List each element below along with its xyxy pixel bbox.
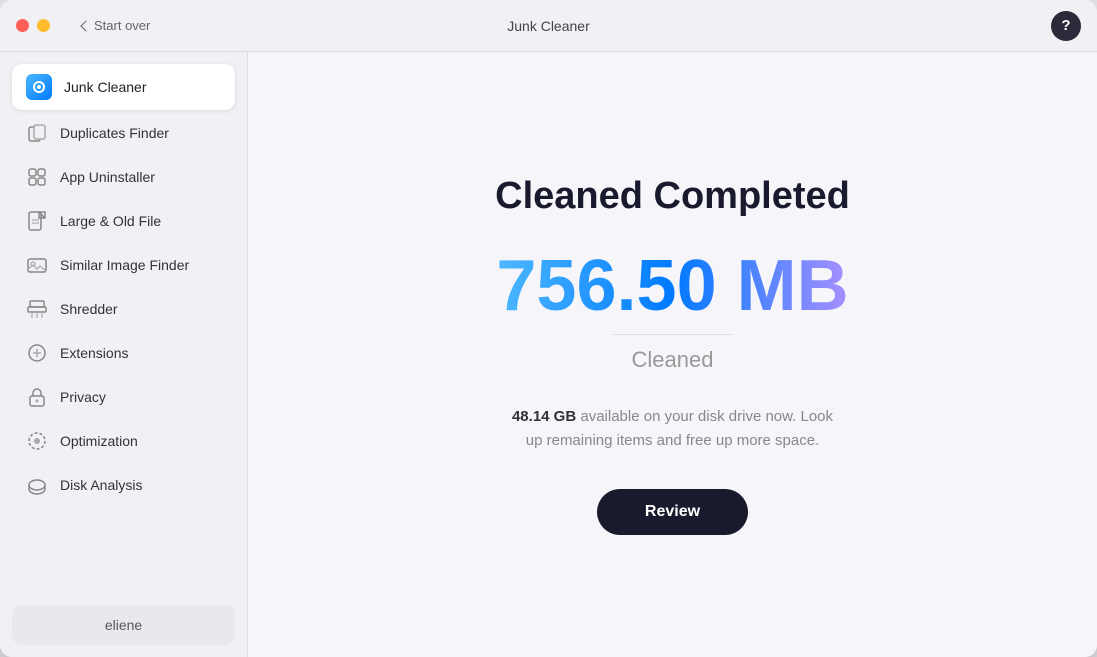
main-layout: Junk Cleaner Duplicates Finder <box>0 52 1097 657</box>
optimization-icon <box>26 430 48 452</box>
chevron-left-icon <box>80 20 91 31</box>
extensions-icon <box>26 342 48 364</box>
sidebar-item-optimization[interactable]: Optimization <box>12 420 235 462</box>
sidebar-item-label-extensions: Extensions <box>60 345 128 361</box>
image-finder-icon <box>26 254 48 276</box>
sidebar-item-app-uninstaller[interactable]: App Uninstaller <box>12 156 235 198</box>
sidebar-item-label-privacy: Privacy <box>60 389 106 405</box>
cleaned-completed-heading: Cleaned Completed <box>495 175 850 218</box>
large-file-icon <box>26 210 48 232</box>
title-bar: Start over Junk Cleaner ? <box>0 0 1097 52</box>
disk-info: 48.14 GB available on your disk drive no… <box>503 405 843 453</box>
disk-size-bold: 48.14 GB <box>512 408 576 425</box>
sidebar-item-extensions[interactable]: Extensions <box>12 332 235 374</box>
sidebar-item-label-large-old-file: Large & Old File <box>60 213 161 229</box>
main-content: Cleaned Completed 756.50 MB Cleaned 48.1… <box>248 52 1097 657</box>
review-button[interactable]: Review <box>597 489 748 535</box>
user-name: eliene <box>105 617 142 633</box>
duplicates-icon <box>26 122 48 144</box>
user-profile[interactable]: eliene <box>12 605 235 645</box>
app-uninstaller-icon <box>26 166 48 188</box>
help-button[interactable]: ? <box>1051 11 1081 41</box>
traffic-lights <box>16 19 50 32</box>
sidebar-spacer <box>12 508 235 605</box>
sidebar-item-label-junk-cleaner: Junk Cleaner <box>64 79 147 95</box>
sidebar-item-disk-analysis[interactable]: Disk Analysis <box>12 464 235 506</box>
sidebar-item-similar-image-finder[interactable]: Similar Image Finder <box>12 244 235 286</box>
cleaned-label: Cleaned <box>632 347 714 373</box>
window-title: Junk Cleaner <box>507 18 590 34</box>
privacy-icon <box>26 386 48 408</box>
sidebar-item-large-old-file[interactable]: Large & Old File <box>12 200 235 242</box>
shredder-icon <box>26 298 48 320</box>
back-label: Start over <box>94 18 150 33</box>
close-button[interactable] <box>16 19 29 32</box>
sidebar-item-label-app-uninstaller: App Uninstaller <box>60 169 155 185</box>
back-button[interactable]: Start over <box>74 14 158 37</box>
sidebar-item-label-optimization: Optimization <box>60 433 138 449</box>
sidebar-item-label-duplicates-finder: Duplicates Finder <box>60 125 169 141</box>
sidebar-item-label-shredder: Shredder <box>60 301 118 317</box>
sidebar-item-junk-cleaner[interactable]: Junk Cleaner <box>12 64 235 110</box>
cleaned-size: 756.50 MB <box>496 250 848 322</box>
sidebar-item-duplicates-finder[interactable]: Duplicates Finder <box>12 112 235 154</box>
sidebar-item-label-disk-analysis: Disk Analysis <box>60 477 142 493</box>
sidebar-item-shredder[interactable]: Shredder <box>12 288 235 330</box>
disk-analysis-icon <box>26 474 48 496</box>
app-window: Start over Junk Cleaner ? Junk Cleaner <box>0 0 1097 657</box>
divider <box>613 334 733 335</box>
sidebar: Junk Cleaner Duplicates Finder <box>0 52 248 657</box>
minimize-button[interactable] <box>37 19 50 32</box>
junk-icon <box>26 74 52 100</box>
sidebar-item-label-similar-image-finder: Similar Image Finder <box>60 257 189 273</box>
sidebar-item-privacy[interactable]: Privacy <box>12 376 235 418</box>
